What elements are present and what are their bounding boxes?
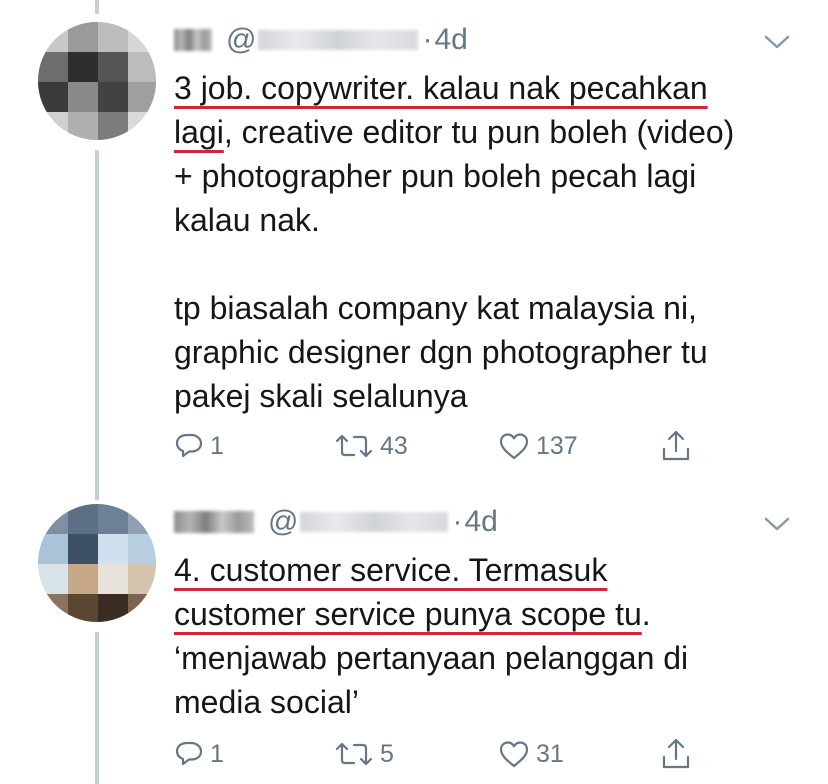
like-icon [499, 433, 529, 460]
retweet-button[interactable]: 43 [334, 426, 408, 466]
text-line: graphic designer dgn photographer tu [174, 334, 708, 370]
tweet-header: @ · 4d [174, 20, 468, 60]
display-name-blurred[interactable] [174, 511, 254, 533]
reply-count: 1 [210, 739, 224, 768]
like-count: 137 [536, 431, 578, 460]
chevron-down-icon[interactable] [762, 32, 792, 52]
underlined-text: customer service punya scope tu [174, 596, 642, 632]
like-button[interactable]: 137 [498, 426, 578, 466]
handle-at[interactable]: @ [268, 505, 298, 539]
avatar[interactable] [38, 504, 156, 622]
timestamp[interactable]: 4d [434, 23, 467, 57]
timestamp[interactable]: 4d [464, 505, 497, 539]
text-line: kalau nak. [174, 202, 320, 238]
text-line: ‘menjawab pertanyaan pelanggan di [174, 640, 689, 676]
text-line: media social’ [174, 684, 359, 720]
underlined-text: 3 job. copywriter. kalau nak pecahkan [174, 70, 708, 106]
reply-icon [175, 433, 203, 458]
chevron-down-icon[interactable] [762, 514, 792, 534]
tweet-2[interactable]: @ · 4d 4. customer service. Termasuk cus… [0, 490, 828, 784]
retweet-icon [335, 434, 373, 458]
handle-blurred[interactable] [258, 30, 419, 50]
share-button[interactable] [660, 426, 692, 466]
reply-count: 1 [210, 431, 224, 460]
text-segment: . [641, 596, 651, 632]
text-line: pakej skali selalunya [174, 378, 468, 414]
reply-button[interactable]: 1 [174, 734, 224, 774]
text-segment: , creative editor tu pun boleh (video) [223, 114, 735, 150]
tweet-text: 3 job. copywriter. kalau nak pecahkan la… [174, 66, 814, 418]
tweet-text: 4. customer service. Termasuk customer s… [174, 548, 814, 724]
text-line: tp biasalah company kat malaysia ni, [174, 290, 697, 326]
tweet-actions: 1 43 137 [174, 426, 734, 466]
tweet-1[interactable]: @ · 4d 3 job. copywriter. kalau nak peca… [0, 0, 828, 490]
separator-dot: · [422, 23, 433, 56]
tweet-actions: 1 5 31 [174, 734, 734, 774]
reply-icon [175, 741, 203, 766]
retweet-count: 5 [380, 739, 394, 768]
display-name-blurred[interactable] [174, 29, 212, 51]
tweet-header: @ · 4d [174, 502, 498, 542]
share-icon [662, 738, 690, 769]
avatar[interactable] [38, 22, 156, 140]
share-button[interactable] [660, 734, 692, 774]
retweet-icon [335, 742, 373, 766]
retweet-button[interactable]: 5 [334, 734, 394, 774]
retweet-count: 43 [380, 431, 408, 460]
handle-blurred[interactable] [300, 512, 449, 532]
reply-button[interactable]: 1 [174, 426, 224, 466]
separator-dot: · [452, 505, 463, 538]
like-count: 31 [536, 739, 564, 768]
underlined-text: 4. customer service. Termasuk [174, 552, 608, 588]
text-line: + photographer pun boleh pecah lagi [174, 158, 697, 194]
underlined-text: lagi [174, 114, 224, 150]
like-button[interactable]: 31 [498, 734, 564, 774]
handle-at[interactable]: @ [226, 23, 256, 57]
like-icon [499, 741, 529, 768]
share-icon [662, 430, 690, 461]
